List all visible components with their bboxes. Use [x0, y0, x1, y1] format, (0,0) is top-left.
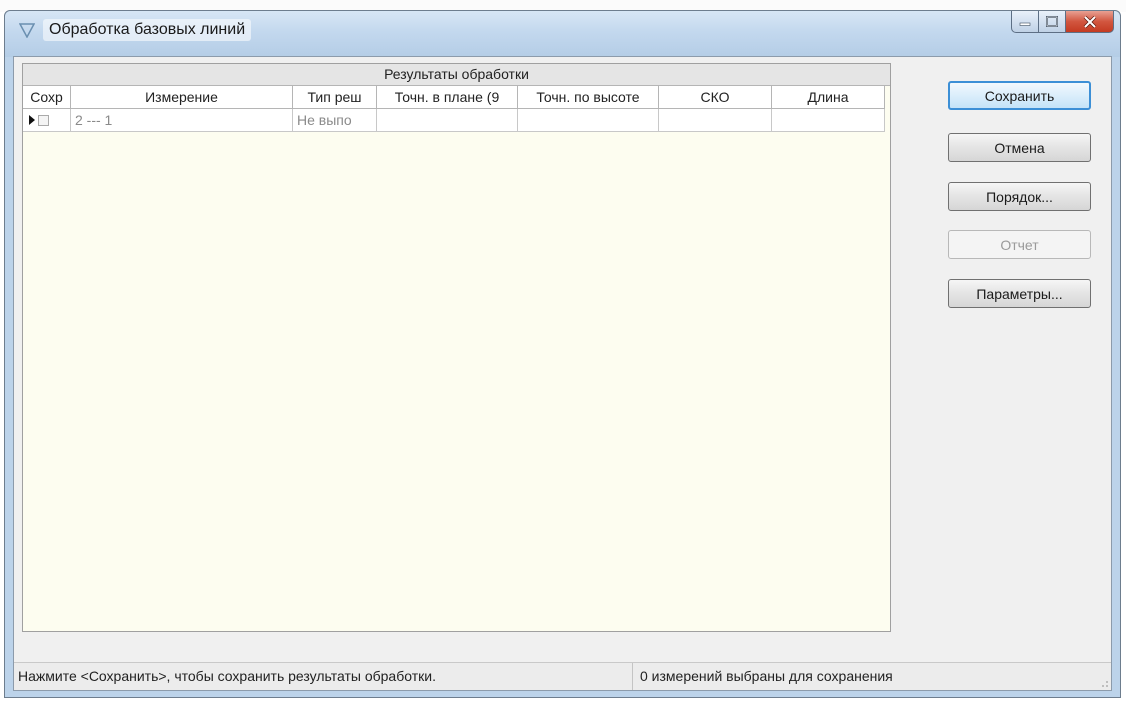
status-hint: Нажмите <Сохранить>, чтобы сохранить рез… [14, 663, 633, 690]
vertical-precision-cell[interactable] [518, 109, 659, 132]
dialog-window: Обработка базовых линий Результаты обраб… [4, 10, 1121, 698]
solution-type-cell[interactable]: Не выпо [293, 109, 377, 132]
order-button[interactable]: Порядок... [948, 182, 1091, 211]
status-selected-count: 0 измерений выбраны для сохранения [640, 668, 893, 684]
maximize-button[interactable] [1039, 11, 1066, 33]
maximize-icon [1046, 16, 1058, 27]
title-bar[interactable]: Обработка базовых линий [5, 11, 1120, 57]
table-row[interactable]: 2 --- 1 Не выпо [23, 109, 885, 132]
close-icon [1083, 15, 1096, 28]
results-grid[interactable]: Результаты обработки Сохр Измерение Тип … [22, 63, 891, 632]
horizontal-precision-cell[interactable] [377, 109, 518, 132]
measurement-cell[interactable]: 2 --- 1 [71, 109, 293, 132]
minimize-button[interactable] [1011, 11, 1039, 33]
close-button[interactable] [1066, 11, 1114, 33]
column-header-save[interactable]: Сохр [23, 86, 71, 109]
report-button[interactable]: Отчет [948, 230, 1091, 259]
save-cell[interactable] [23, 109, 71, 132]
window-title: Обработка базовых линий [43, 19, 252, 41]
length-cell[interactable] [772, 109, 885, 132]
column-header-horizontal-precision[interactable]: Точн. в плане (9 [377, 86, 518, 109]
save-checkbox[interactable] [38, 114, 49, 126]
rms-cell[interactable] [659, 109, 772, 132]
column-header-vertical-precision[interactable]: Точн. по высоте [518, 86, 659, 109]
resize-grip-icon[interactable] [1097, 676, 1109, 688]
app-triangle-icon [19, 23, 35, 38]
column-header-solution-type[interactable]: Тип реш [293, 86, 377, 109]
dialog-client-area: Результаты обработки Сохр Измерение Тип … [13, 56, 1112, 691]
minimize-icon [1019, 22, 1031, 26]
column-header-measurement[interactable]: Измерение [71, 86, 293, 109]
save-button[interactable]: Сохранить [948, 81, 1091, 110]
grid-caption: Результаты обработки [23, 64, 890, 86]
window-controls [1011, 11, 1114, 39]
grid-header-row: Сохр Измерение Тип реш Точн. в плане (9 … [23, 86, 885, 109]
parameters-button[interactable]: Параметры... [948, 279, 1091, 308]
column-header-length[interactable]: Длина [772, 86, 885, 109]
status-bar: Нажмите <Сохранить>, чтобы сохранить рез… [14, 662, 1111, 690]
column-header-rms[interactable]: СКО [659, 86, 772, 109]
current-row-arrow-icon [29, 115, 35, 125]
cancel-button[interactable]: Отмена [948, 133, 1091, 162]
